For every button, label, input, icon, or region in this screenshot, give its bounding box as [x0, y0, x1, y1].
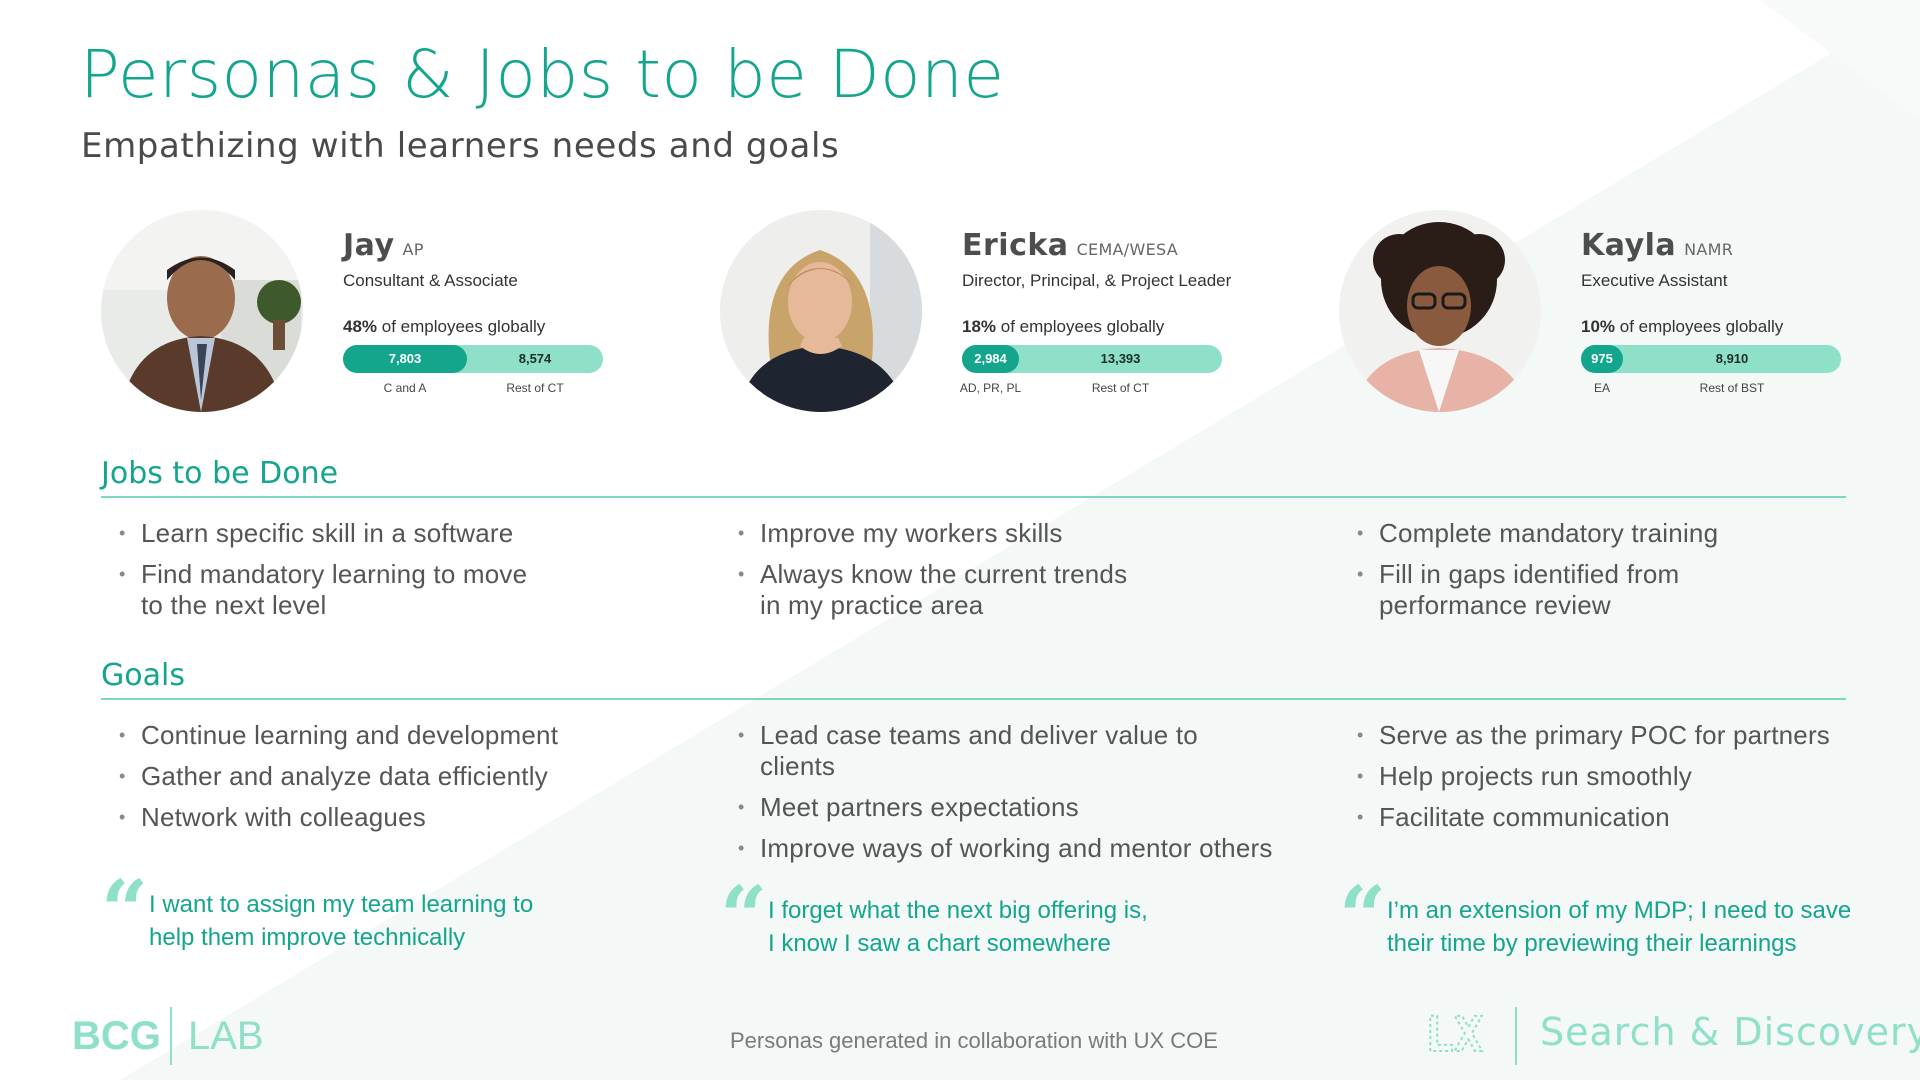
bar-left-caption: C and A	[383, 381, 427, 395]
quote-text: I want to assign my team learning to hel…	[149, 891, 534, 951]
persona-card-kayla: Kayla NAMR Executive Assistant 10% of emp…	[1339, 210, 1899, 420]
persona-percent-suffix: of employees globally	[381, 317, 546, 336]
persona-percent: 48%	[343, 317, 378, 336]
goals-column-jay: Continue learning and development Gather …	[101, 720, 661, 843]
persona-name: Jay	[343, 228, 395, 263]
bar-right-value: 8,574	[518, 351, 552, 366]
persona-role: Executive Assistant	[1581, 271, 1728, 290]
jobs-column-jay: Learn specific skill in a software Find m…	[101, 518, 661, 631]
persona-name: Ericka	[962, 228, 1069, 263]
list-item: Learn specific skill in a software	[101, 518, 661, 549]
jobs-divider	[101, 496, 1846, 498]
avatar-ericka	[720, 210, 922, 412]
bar-right-caption: Rest of CT	[1091, 381, 1150, 395]
goals-section-title: Goals	[101, 658, 185, 693]
quote-mark-icon: “	[720, 869, 768, 965]
bullet-list: Improve my workers skills Always know the…	[720, 518, 1280, 621]
employee-share-bar: 975 8,910 EA Rest of BST	[1581, 345, 1841, 395]
avatar-jay	[101, 210, 303, 412]
persona-region: CEMA/WESA	[1076, 240, 1179, 259]
page-title: Personas & Jobs to be Done	[80, 36, 1005, 113]
persona-percent: 18%	[962, 317, 997, 336]
logo-lx-text: LX	[1425, 1007, 1483, 1063]
list-item: Meet partners expectations	[720, 792, 1280, 823]
bullet-list: Serve as the primary POC for partners Hel…	[1339, 720, 1899, 833]
bar-left-value: 975	[1591, 351, 1613, 366]
logo-lab-text: LAB	[188, 1014, 264, 1058]
bullet-list: Lead case teams and deliver value to cli…	[720, 720, 1280, 864]
persona-role: Director, Principal, & Project Leader	[962, 271, 1232, 290]
list-item: Gather and analyze data efficiently	[101, 761, 661, 792]
bar-left-value: 2,984	[974, 351, 1007, 366]
list-item: Facilitate communication	[1339, 802, 1899, 833]
goals-column-kayla: Serve as the primary POC for partners Hel…	[1339, 720, 1899, 843]
jobs-section-title: Jobs to be Done	[101, 456, 339, 491]
avatar-kayla	[1339, 210, 1541, 412]
footer-note: Personas generated in collaboration with…	[730, 1028, 1218, 1053]
persona-share: 10% of employees globally	[1581, 317, 1901, 337]
persona-percent-suffix: of employees globally	[1000, 317, 1165, 336]
jobs-column-ericka: Improve my workers skills Always know the…	[720, 518, 1280, 631]
persona-share: 18% of employees globally	[962, 317, 1282, 337]
logo-bcg-text: BCG	[72, 1014, 161, 1058]
quote-text: I’m an extension of my MDP; I need to sa…	[1387, 897, 1852, 957]
list-item: Complete mandatory training	[1339, 518, 1899, 549]
bar-left-caption: AD, PR, PL	[959, 381, 1022, 395]
bar-left-caption: EA	[1593, 381, 1611, 395]
quote-mark-icon: “	[101, 863, 149, 959]
bar-right-caption: Rest of CT	[506, 381, 564, 395]
employee-share-bar: 7,803 8,574 C and A Rest of CT	[343, 345, 603, 395]
persona-percent-suffix: of employees globally	[1619, 317, 1784, 336]
persona-name: Kayla	[1581, 228, 1677, 263]
lx-logo: LX	[1424, 1003, 1525, 1070]
persona-region: NAMR	[1684, 240, 1734, 259]
persona-region: AP	[402, 240, 424, 259]
persona-card-jay: Jay AP Consultant & Associate 48% of empl…	[101, 210, 661, 420]
persona-percent: 10%	[1581, 317, 1616, 336]
bar-right-caption: Rest of BST	[1699, 381, 1765, 395]
persona-share: 48% of employees globally	[343, 317, 663, 337]
product-title: Search & Discovery	[1540, 1010, 1920, 1054]
bar-right-value: 13,393	[1100, 351, 1141, 366]
page-subtitle: Empathizing with learners needs and goal…	[81, 126, 840, 166]
list-item: Continue learning and development	[101, 720, 661, 751]
bullet-list: Complete mandatory training Fill in gaps …	[1339, 518, 1899, 621]
goals-divider	[101, 698, 1846, 700]
goals-column-ericka: Lead case teams and deliver value to cli…	[720, 720, 1280, 874]
persona-card-ericka: Ericka CEMA/WESA Director, Principal, & P…	[720, 210, 1280, 420]
list-item: Improve my workers skills	[720, 518, 1280, 549]
bcg-lab-logo: BCG LAB	[72, 1003, 272, 1070]
list-item: Find mandatory learning to move to the n…	[101, 559, 661, 621]
bullet-list: Learn specific skill in a software Find m…	[101, 518, 661, 621]
list-item: Help projects run smoothly	[1339, 761, 1899, 792]
employee-share-bar: 2,984 13,393 AD, PR, PL Rest of CT	[960, 345, 1222, 395]
list-item: Lead case teams and deliver value to cli…	[720, 720, 1280, 782]
quote-mark-icon: “	[1339, 869, 1387, 965]
bar-left-value: 7,803	[388, 351, 422, 366]
list-item: Always know the current trends in my pra…	[720, 559, 1280, 621]
list-item: Fill in gaps identified from performance…	[1339, 559, 1899, 621]
jobs-column-kayla: Complete mandatory training Fill in gaps …	[1339, 518, 1899, 631]
bar-right-value: 8,910	[1715, 351, 1749, 366]
persona-role: Consultant & Associate	[343, 271, 518, 290]
list-item: Network with colleagues	[101, 802, 661, 833]
list-item: Serve as the primary POC for partners	[1339, 720, 1899, 751]
quote-text: I forget what the next big offering is, …	[768, 897, 1148, 957]
bullet-list: Continue learning and development Gather …	[101, 720, 661, 833]
list-item: Improve ways of working and mentor other…	[720, 833, 1280, 864]
